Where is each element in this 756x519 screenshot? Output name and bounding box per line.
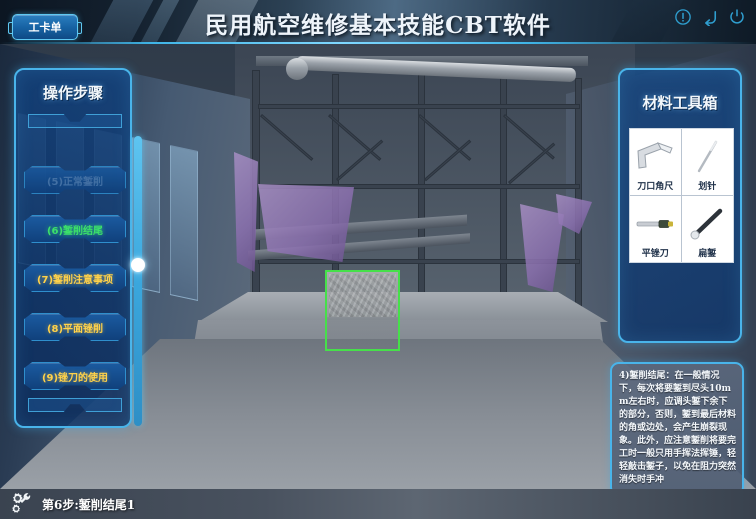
operation-steps-list: (5)正常錾削 (6)錾削结尾 (7)錾削注意事项 (8)平面锉削 (9)锉刀的…	[24, 166, 126, 411]
tool-cell-scriber[interactable]: 划针	[681, 129, 733, 196]
gears-wrench-icon	[12, 493, 31, 513]
step-item-9[interactable]: (9)锉刀的使用	[24, 362, 126, 390]
tool-cell-knife-edge-square[interactable]: 刀口角尺	[630, 129, 682, 196]
title-bar: 民用航空维修基本技能CBT软件 工卡单	[0, 0, 756, 44]
power-icon[interactable]	[728, 8, 746, 26]
operation-steps-panel: 操作步骤 (5)正常錾削 (6)錾削结尾 (7)錾削注意事项 (8)平面锉削 (…	[14, 68, 145, 428]
scene-pipe-joint	[286, 58, 308, 80]
application-window: 民用航空维修基本技能CBT软件 工卡单 操作步骤 (5)正常錾削 (6)錾削结尾…	[0, 0, 756, 519]
step-item-7[interactable]: (7)錾削注意事项	[24, 264, 126, 292]
tool-cell-flat-chisel[interactable]: 扁錾	[681, 195, 733, 262]
workpiece-selection-box[interactable]	[325, 270, 400, 351]
scriber-icon	[698, 140, 718, 172]
material-toolbox-panel: 材料工具箱 刀口角尺 划针 平锉刀 扁錾	[618, 68, 742, 343]
steps-scrollbar[interactable]	[131, 136, 145, 426]
work-card-button[interactable]: 工卡单	[8, 14, 82, 40]
step-description-text: 4)錾削结尾：在一般情况下，每次将要錾到尽头10mm左右时，应调头錾下余下的部分…	[619, 371, 737, 485]
tool-label: 划针	[698, 181, 717, 192]
tool-label: 刀口角尺	[637, 181, 674, 192]
flat-chisel-icon	[690, 208, 723, 240]
knife-edge-square-icon	[637, 141, 673, 169]
scene-rack-brace	[258, 104, 580, 109]
scene-tarp	[234, 152, 258, 272]
material-toolbox-title: 材料工具箱	[642, 94, 718, 112]
step-description-panel: 4)錾削结尾：在一般情况下，每次将要錾到尽头10mm左右时，应调头錾下余下的部分…	[610, 362, 744, 496]
tool-cell-flat-file[interactable]: 平锉刀	[630, 195, 682, 262]
titlebar-underline	[0, 42, 756, 44]
tool-grid: 刀口角尺 划针 平锉刀 扁錾	[629, 128, 734, 263]
titlebar-icon-group	[674, 8, 746, 26]
operation-steps-title: 操作步骤	[42, 84, 103, 102]
status-bar: 第6步:錾削结尾1	[0, 489, 756, 519]
panel-decor-notch-top	[28, 114, 122, 128]
tool-label: 平锉刀	[641, 249, 669, 259]
page-title: 民用航空维修基本技能CBT软件	[205, 12, 551, 39]
tool-label: 扁錾	[698, 249, 717, 259]
scene-tarp	[258, 184, 354, 262]
info-icon[interactable]	[674, 8, 692, 26]
step-item-8[interactable]: (8)平面锉削	[24, 313, 126, 341]
scene-window	[170, 145, 198, 301]
step-item-6[interactable]: (6)錾削结尾	[24, 215, 126, 243]
steps-scrollbar-handle[interactable]	[131, 257, 145, 272]
current-step-label: 第6步:錾削结尾1	[42, 497, 136, 512]
step-item-5[interactable]: (5)正常錾削	[24, 166, 126, 194]
flat-file-icon	[636, 220, 674, 228]
reset-icon[interactable]	[701, 8, 719, 26]
